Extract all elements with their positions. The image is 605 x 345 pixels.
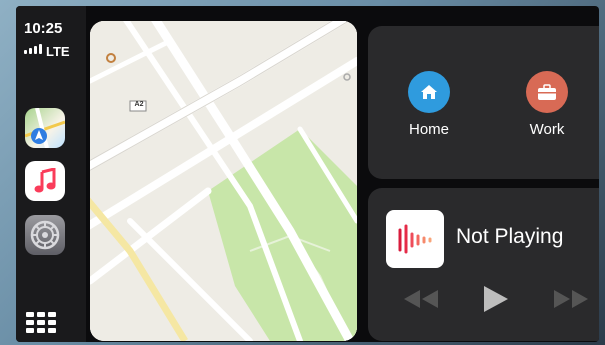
briefcase-icon — [526, 71, 568, 113]
home-button[interactable]: Home — [408, 71, 450, 138]
status-time: 10:25 — [24, 20, 63, 37]
work-label: Work — [529, 121, 565, 138]
home-label: Home — [408, 121, 449, 138]
now-playing-title: Not Playing — [456, 225, 564, 248]
play-icon — [484, 286, 508, 312]
maps-app-icon[interactable] — [25, 108, 65, 148]
home-icon — [408, 71, 450, 113]
work-button[interactable]: Work — [526, 71, 568, 138]
fast-forward-button[interactable] — [552, 288, 590, 310]
destinations-widget: Home Work — [368, 26, 599, 179]
music-app-icon[interactable] — [25, 161, 65, 201]
now-playing-icon[interactable] — [386, 210, 444, 268]
now-playing-widget: Not Playing — [368, 188, 599, 341]
signal-icon — [24, 44, 42, 54]
network-type: LTE — [46, 44, 70, 59]
map-view[interactable]: A2 — [90, 21, 357, 341]
carplay-screen: 10:25 LTE A2 Home Work Not Playing — [16, 6, 599, 342]
fast-forward-icon — [554, 290, 588, 308]
rewind-button[interactable] — [402, 288, 440, 310]
rewind-icon — [404, 290, 438, 308]
app-grid-icon[interactable] — [26, 312, 56, 333]
dock: 10:25 LTE — [16, 6, 86, 342]
settings-app-icon[interactable] — [25, 215, 65, 255]
play-button[interactable] — [480, 284, 510, 314]
road-label: A2 — [134, 101, 144, 108]
